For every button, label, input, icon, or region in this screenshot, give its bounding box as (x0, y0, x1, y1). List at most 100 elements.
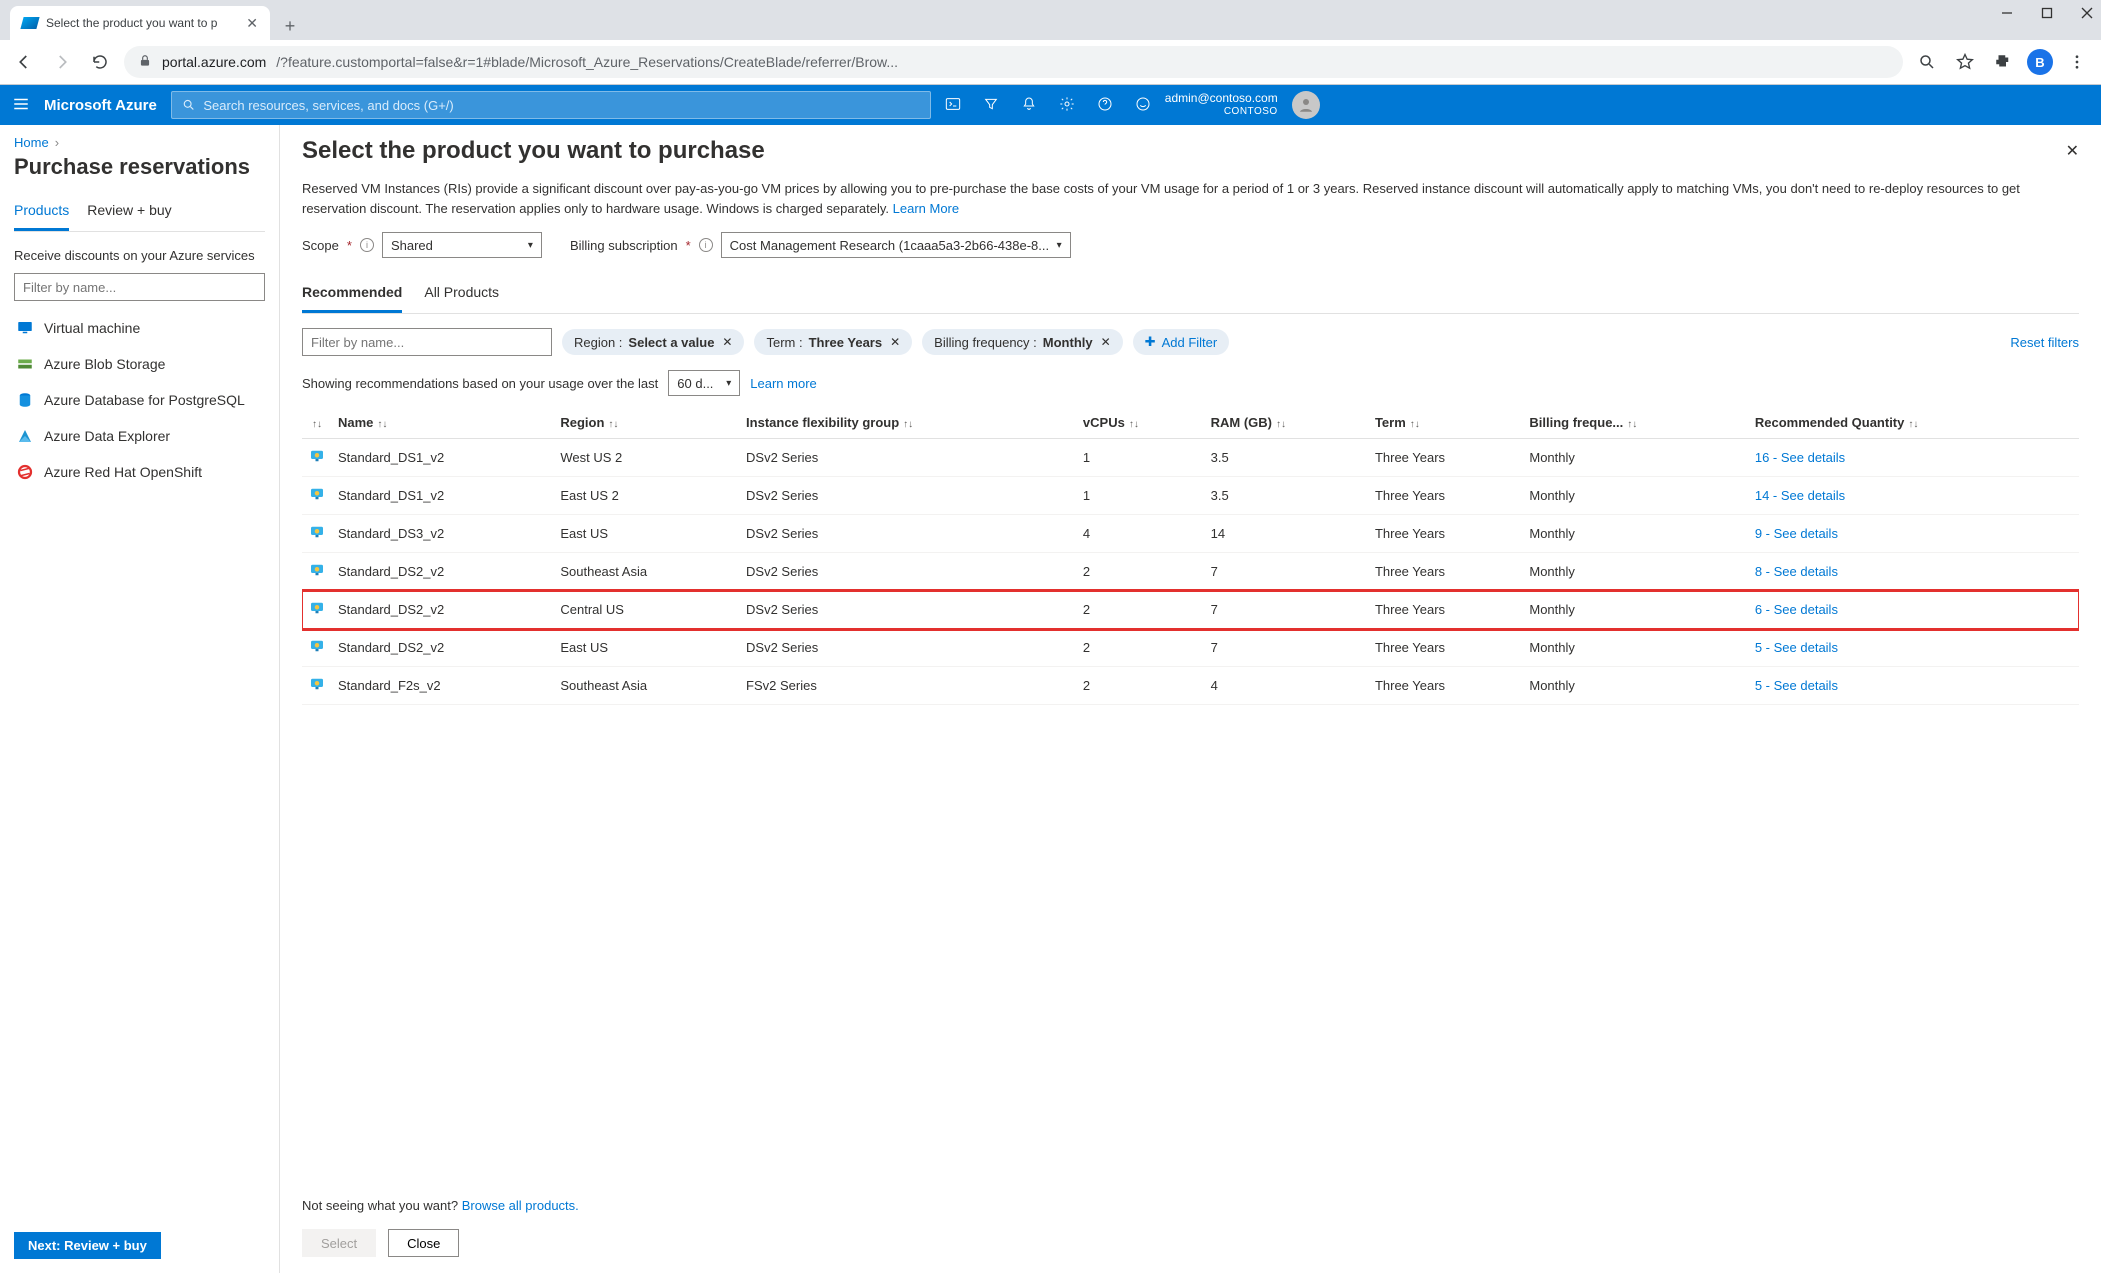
table-row[interactable]: Standard_DS3_v2East USDSv2 Series414Thre… (302, 515, 2079, 553)
zoom-icon[interactable] (1913, 48, 1941, 76)
table-row[interactable]: Standard_F2s_v2Southeast AsiaFSv2 Series… (302, 667, 2079, 705)
col-vcpus[interactable]: vCPUs↑↓ (1077, 407, 1205, 439)
new-tab-button[interactable]: + (276, 12, 304, 40)
hamburger-icon[interactable] (12, 95, 30, 116)
remove-pill-icon[interactable]: ✕ (1101, 335, 1111, 349)
help-icon[interactable] (1097, 96, 1113, 115)
remove-pill-icon[interactable]: ✕ (722, 335, 732, 349)
account-avatar-icon[interactable] (1292, 91, 1320, 119)
table-row[interactable]: Standard_DS1_v2East US 2DSv2 Series13.5T… (302, 477, 2079, 515)
col-name[interactable]: Name↑↓ (332, 407, 554, 439)
service-blob-storage[interactable]: Azure Blob Storage (14, 351, 265, 377)
bookmark-icon[interactable] (1951, 48, 1979, 76)
learn-more-link[interactable]: Learn More (893, 201, 959, 216)
blade-close-icon[interactable]: ✕ (2066, 141, 2079, 161)
col-term[interactable]: Term↑↓ (1369, 407, 1523, 439)
account-info[interactable]: admin@contoso.com CONTOSO (1165, 92, 1278, 117)
sort-icon: ↑↓ (1129, 419, 1139, 430)
azure-brand[interactable]: Microsoft Azure (44, 97, 157, 114)
service-label: Azure Data Explorer (44, 428, 170, 444)
remove-pill-icon[interactable]: ✕ (890, 335, 900, 349)
col-recommended[interactable]: Recommended Quantity↑↓ (1749, 407, 2079, 439)
see-details-link[interactable]: 9 - See details (1755, 526, 1838, 541)
table-row[interactable]: Standard_DS2_v2East USDSv2 Series27Three… (302, 629, 2079, 667)
browser-menu-icon[interactable] (2063, 48, 2091, 76)
cell-ram: 7 (1205, 591, 1369, 629)
window-close-icon[interactable] (2081, 6, 2093, 22)
tab-close-icon[interactable]: ✕ (246, 15, 258, 32)
usage-period-dropdown[interactable]: 60 d... ▾ (668, 370, 740, 396)
reset-filters-link[interactable]: Reset filters (2010, 335, 2079, 350)
settings-icon[interactable] (1059, 96, 1075, 115)
cell-name: Standard_DS3_v2 (332, 515, 554, 553)
billing-frequency-pill[interactable]: Billing frequency : Monthly ✕ (922, 329, 1123, 355)
sort-icon: ↑↓ (608, 419, 618, 430)
service-redhat-openshift[interactable]: Azure Red Hat OpenShift (14, 459, 265, 485)
back-button[interactable] (10, 48, 38, 76)
close-button[interactable]: Close (388, 1229, 459, 1257)
blob-icon (16, 355, 34, 373)
table-row[interactable]: Standard_DS1_v2West US 2DSv2 Series13.5T… (302, 439, 2079, 477)
billing-subscription-dropdown[interactable]: Cost Management Research (1caaa5a3-2b66-… (721, 232, 1071, 258)
address-bar[interactable]: portal.azure.com/?feature.customportal=f… (124, 46, 1903, 78)
info-icon[interactable]: i (699, 238, 713, 252)
breadcrumb-home[interactable]: Home (14, 135, 49, 150)
see-details-link[interactable]: 8 - See details (1755, 564, 1838, 579)
see-details-link[interactable]: 5 - See details (1755, 640, 1838, 655)
browser-tab[interactable]: Select the product you want to p ✕ (10, 6, 270, 40)
see-details-link[interactable]: 5 - See details (1755, 678, 1838, 693)
table-row[interactable]: Standard_DS2_v2Southeast AsiaDSv2 Series… (302, 553, 2079, 591)
region-pill[interactable]: Region : Select a value ✕ (562, 329, 744, 355)
notifications-icon[interactable] (1021, 96, 1037, 115)
sort-icon: ↑↓ (1276, 419, 1286, 430)
col-sort-default[interactable]: ↑↓ (302, 407, 332, 439)
tab-recommended[interactable]: Recommended (302, 278, 402, 313)
next-review-buy-button[interactable]: Next: Review + buy (14, 1232, 161, 1259)
feedback-icon[interactable] (1135, 96, 1151, 115)
chevron-down-icon: ▾ (1057, 240, 1062, 251)
adx-icon (16, 427, 34, 445)
window-minimize-icon[interactable] (2001, 6, 2013, 22)
select-button[interactable]: Select (302, 1229, 376, 1257)
tab-review-buy[interactable]: Review + buy (87, 194, 171, 231)
col-ram[interactable]: RAM (GB)↑↓ (1205, 407, 1369, 439)
service-virtual-machine[interactable]: Virtual machine (14, 315, 265, 341)
col-billing[interactable]: Billing freque...↑↓ (1523, 407, 1748, 439)
table-row[interactable]: Standard_DS2_v2Central USDSv2 Series27Th… (302, 591, 2079, 629)
scope-dropdown[interactable]: Shared ▾ (382, 232, 542, 258)
azure-search-box[interactable] (171, 91, 931, 119)
product-filter-input[interactable] (302, 328, 552, 356)
add-filter-pill[interactable]: ✚ Add Filter (1133, 329, 1230, 355)
window-maximize-icon[interactable] (2041, 6, 2053, 22)
cloud-shell-icon[interactable] (945, 96, 961, 115)
cell-region: East US (554, 515, 740, 553)
forward-button[interactable] (48, 48, 76, 76)
extensions-icon[interactable] (1989, 48, 2017, 76)
left-footer: Next: Review + buy (14, 1222, 265, 1259)
blade: Select the product you want to purchase … (280, 125, 2101, 1273)
left-filter-input[interactable] (14, 273, 265, 301)
usage-learn-more-link[interactable]: Learn more (750, 376, 816, 391)
cell-vcpus: 2 (1077, 553, 1205, 591)
tab-all-products[interactable]: All Products (424, 278, 499, 313)
directory-filter-icon[interactable] (983, 96, 999, 115)
service-postgresql[interactable]: Azure Database for PostgreSQL (14, 387, 265, 413)
azure-search-input[interactable] (203, 98, 919, 113)
cell-flex: DSv2 Series (740, 515, 1077, 553)
azure-body: Home › Purchase reservations Products Re… (0, 125, 2101, 1273)
col-region[interactable]: Region↑↓ (554, 407, 740, 439)
browse-all-products-link[interactable]: Browse all products. (462, 1198, 579, 1213)
browser-chrome: Select the product you want to p ✕ + por… (0, 0, 2101, 85)
cell-term: Three Years (1369, 553, 1523, 591)
profile-badge[interactable]: B (2027, 49, 2053, 75)
info-icon[interactable]: i (360, 238, 374, 252)
col-flexibility[interactable]: Instance flexibility group↑↓ (740, 407, 1077, 439)
see-details-link[interactable]: 6 - See details (1755, 602, 1838, 617)
reload-button[interactable] (86, 48, 114, 76)
cell-term: Three Years (1369, 439, 1523, 477)
service-data-explorer[interactable]: Azure Data Explorer (14, 423, 265, 449)
tab-products[interactable]: Products (14, 194, 69, 231)
see-details-link[interactable]: 14 - See details (1755, 488, 1845, 503)
see-details-link[interactable]: 16 - See details (1755, 450, 1845, 465)
term-pill[interactable]: Term : Three Years ✕ (754, 329, 912, 355)
